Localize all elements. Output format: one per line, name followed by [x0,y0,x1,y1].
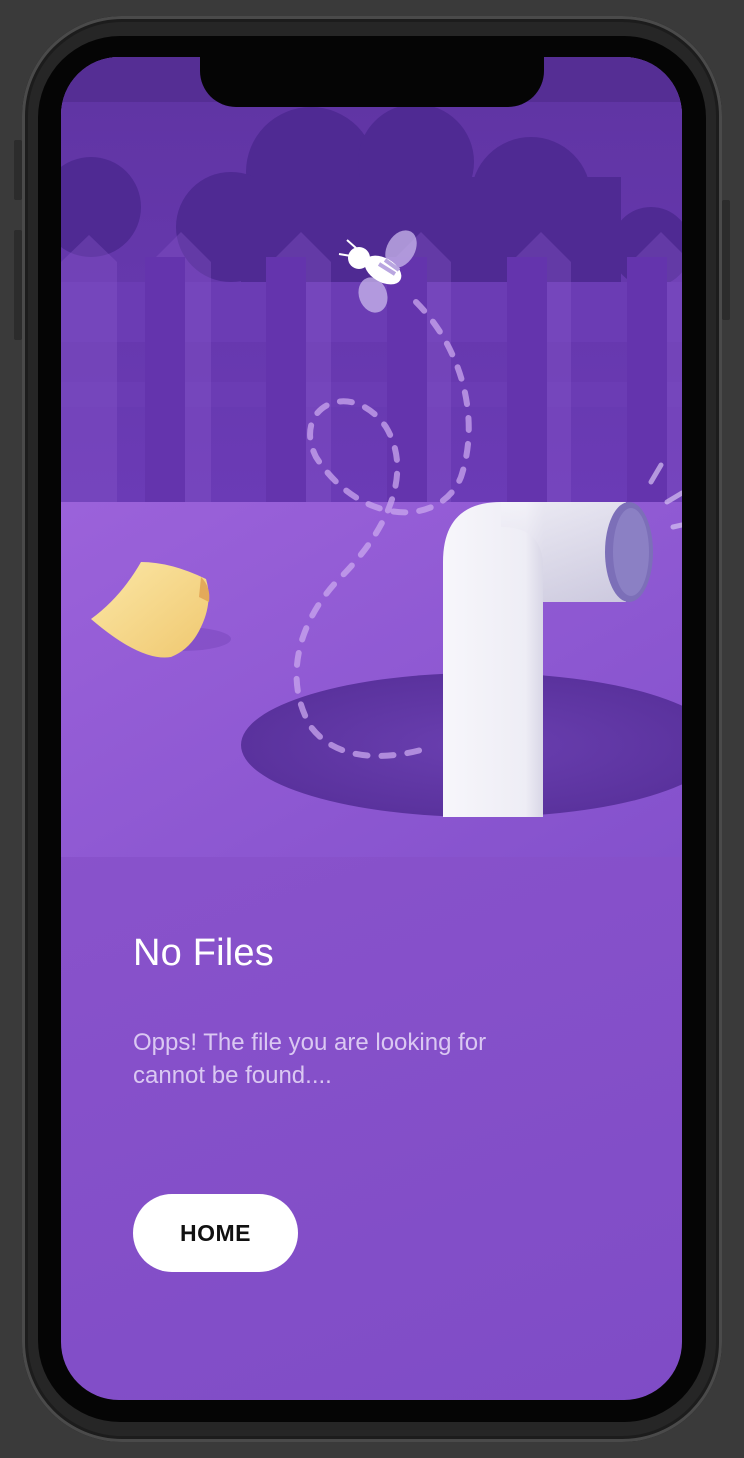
side-button [14,230,22,340]
error-message-line: cannot be found.... [133,1062,332,1089]
notch [200,57,544,107]
side-button [722,200,730,320]
empty-state-content: No Files Opps! The file you are looking … [133,932,613,1272]
home-button[interactable]: HOME [133,1194,298,1272]
screen: No Files Opps! The file you are looking … [61,57,682,1400]
no-files-illustration [61,57,682,857]
side-button [14,140,22,200]
error-message-line: Opps! The file you are looking for [133,1029,487,1056]
error-message: Opps! The file you are looking for canno… [133,1026,613,1092]
page-title: No Files [133,932,274,974]
